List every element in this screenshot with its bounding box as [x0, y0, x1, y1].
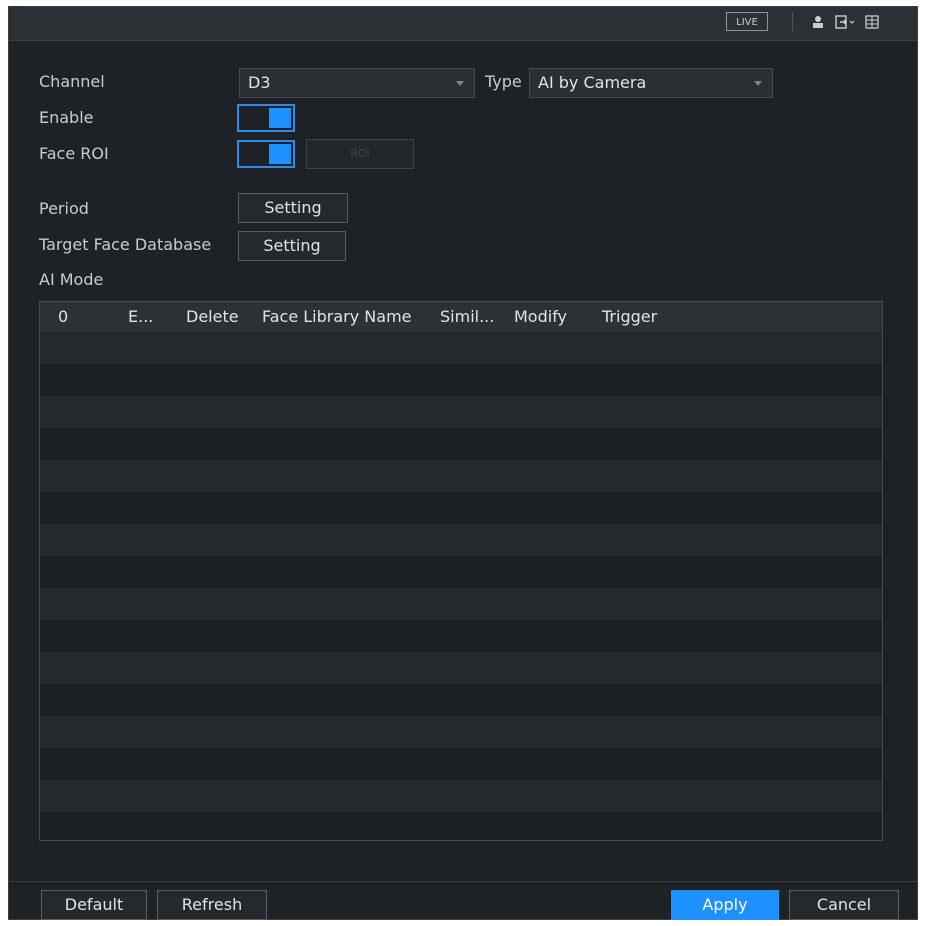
table-row — [40, 684, 882, 716]
period-setting-button[interactable]: Setting — [238, 193, 348, 223]
table-row — [40, 396, 882, 428]
enable-label: Enable — [39, 108, 94, 127]
type-label: Type — [485, 72, 522, 91]
table-row — [40, 652, 882, 684]
face-roi-label: Face ROI — [39, 144, 109, 163]
target-face-database-setting-button[interactable]: Setting — [238, 231, 346, 261]
chevron-down-icon — [456, 81, 464, 86]
table-row — [40, 812, 882, 840]
table-row — [40, 556, 882, 588]
toggle-knob — [269, 144, 291, 164]
table-row — [40, 460, 882, 492]
type-value: AI by Camera — [538, 73, 647, 92]
table-row — [40, 620, 882, 652]
table-row — [40, 364, 882, 396]
top-bar: LIVE — [9, 7, 917, 41]
user-icon[interactable] — [811, 14, 827, 30]
footer-divider — [9, 881, 917, 882]
table-row — [40, 588, 882, 620]
menu-grid-icon[interactable] — [865, 14, 881, 30]
table-header: 0 E... Delete Face Library Name Simil...… — [40, 302, 882, 332]
column-header-delete[interactable]: Delete — [186, 302, 239, 332]
face-detection-settings-window: LIVE Channel D3 Type AI by Camera Enable… — [8, 6, 918, 920]
type-select[interactable]: AI by Camera — [529, 68, 773, 98]
table-row — [40, 716, 882, 748]
channel-select[interactable]: D3 — [239, 68, 475, 98]
period-label: Period — [39, 199, 89, 218]
roi-button[interactable]: ROI — [306, 139, 414, 169]
channel-value: D3 — [248, 73, 271, 92]
column-header-enable[interactable]: E... — [128, 302, 153, 332]
chevron-down-icon — [754, 81, 762, 86]
refresh-button[interactable]: Refresh — [157, 890, 267, 920]
ai-mode-label: AI Mode — [39, 270, 104, 289]
column-header-similarity[interactable]: Simil... — [440, 302, 494, 332]
channel-label: Channel — [39, 72, 105, 91]
column-header-index[interactable]: 0 — [58, 302, 68, 332]
column-header-trigger[interactable]: Trigger — [602, 302, 657, 332]
table-row — [40, 492, 882, 524]
table-row — [40, 524, 882, 556]
live-button[interactable]: LIVE — [726, 12, 768, 31]
enable-toggle[interactable] — [237, 104, 295, 132]
face-library-table: 0 E... Delete Face Library Name Simil...… — [39, 301, 883, 841]
cancel-button[interactable]: Cancel — [789, 890, 899, 920]
column-header-face-library-name[interactable]: Face Library Name — [262, 302, 412, 332]
face-roi-toggle[interactable] — [237, 140, 295, 168]
apply-button[interactable]: Apply — [671, 890, 779, 920]
table-row — [40, 748, 882, 780]
default-button[interactable]: Default — [41, 890, 147, 920]
logout-icon[interactable] — [835, 14, 855, 30]
column-header-modify[interactable]: Modify — [514, 302, 567, 332]
table-row — [40, 332, 882, 364]
target-face-database-label: Target Face Database — [39, 235, 212, 254]
table-row — [40, 428, 882, 460]
topbar-divider — [792, 12, 793, 31]
table-row — [40, 780, 882, 812]
toggle-knob — [269, 108, 291, 128]
